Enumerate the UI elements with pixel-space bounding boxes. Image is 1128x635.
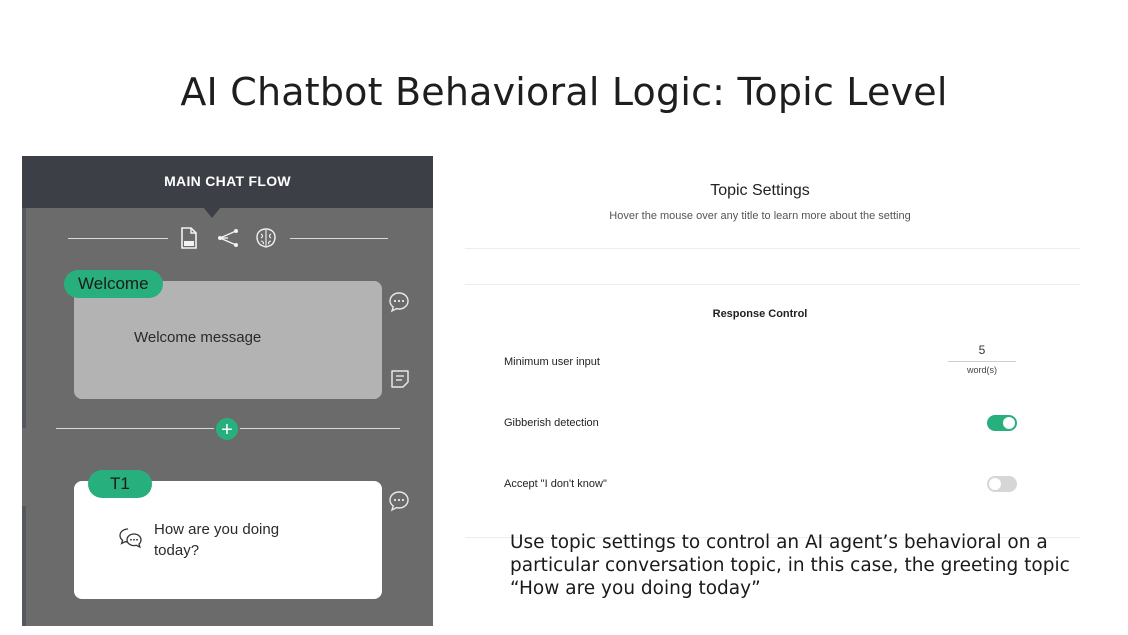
toggle-knob [1003,417,1015,429]
panel-edge [22,506,26,626]
gibberish-toggle[interactable] [987,415,1017,431]
min-input-label[interactable]: Minimum user input [504,356,600,368]
divider [465,284,1080,285]
document-icon[interactable] [177,226,201,250]
slide-title: AI Chatbot Behavioral Logic: Topic Level [180,70,948,114]
toolbar-divider [68,238,168,239]
input-underline [948,361,1016,362]
share-nodes-icon[interactable] [216,226,240,250]
topic-text: How are you doing today? [154,521,280,559]
topic-tag-welcome[interactable]: Welcome [64,270,163,298]
accept-idk-label[interactable]: Accept "I don't know" [504,478,607,490]
settings-hint: Hover the mouse over any title to learn … [609,210,911,222]
chat-flow-panel: MAIN CHAT FLOW Welcome message + How are… [22,156,433,626]
settings-title: Topic Settings [710,182,810,199]
header-pointer [203,207,221,218]
conversation-icon [118,527,144,549]
topic-card-t1[interactable]: How are you doing today? [74,481,382,599]
flow-header: MAIN CHAT FLOW [22,156,433,208]
min-input-field[interactable]: 5 [948,343,1016,357]
chat-bubble-icon[interactable] [388,490,410,512]
panel-edge [22,208,26,428]
accept-idk-toggle[interactable] [987,476,1017,492]
add-topic-button[interactable]: + [214,416,240,442]
section-title: Response Control [712,308,808,320]
flow-header-label: MAIN CHAT FLOW [164,173,291,189]
topic-text: Welcome message [134,329,262,346]
note-icon[interactable] [389,368,411,390]
divider [465,248,1080,249]
brain-icon[interactable] [254,226,278,250]
slide-caption: Use topic settings to control an AI agen… [510,532,1070,599]
topic-tag-t1[interactable]: T1 [88,470,152,498]
topic-card-welcome[interactable]: Welcome message [74,281,382,399]
chat-bubble-icon[interactable] [388,291,410,313]
toolbar-divider [290,238,388,239]
input-unit: word(s) [966,365,997,375]
toggle-knob [989,478,1001,490]
gibberish-label[interactable]: Gibberish detection [504,417,599,429]
